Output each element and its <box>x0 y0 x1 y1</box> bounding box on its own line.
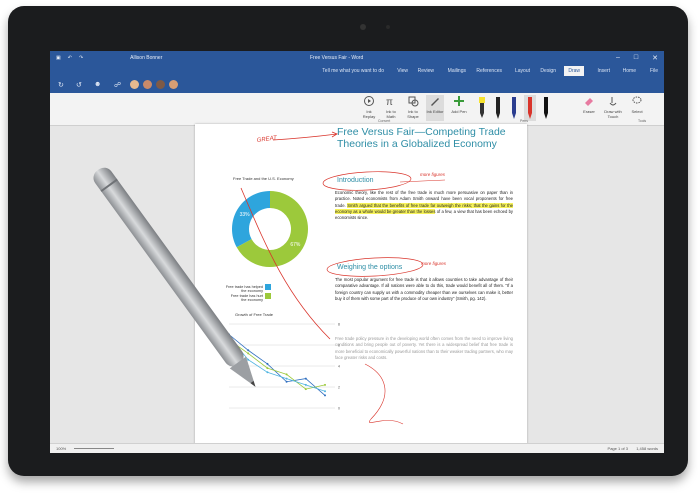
add-pen-button[interactable]: Add Pen <box>450 95 468 121</box>
camera-icon <box>360 24 366 30</box>
pen-red[interactable] <box>524 95 536 121</box>
tab-insert[interactable]: Insert <box>597 68 610 74</box>
document-page[interactable]: Free Versus Fair—Competing Trade Theorie… <box>195 124 527 444</box>
pen-icon <box>544 97 548 119</box>
replay-icon <box>364 96 374 106</box>
annotation-more-figures-1: more figures <box>420 172 446 177</box>
tablet-device: ▣ ↶ ↷ Allison Bonner Free Versus Fair - … <box>8 6 688 476</box>
avatar[interactable] <box>169 80 178 89</box>
avatar[interactable] <box>156 80 165 89</box>
tab-draw[interactable]: Draw <box>564 66 584 76</box>
refresh-icon[interactable]: ↻ <box>58 81 64 89</box>
document-canvas[interactable]: Free Versus Fair—Competing Trade Theorie… <box>50 124 664 444</box>
lasso-icon <box>632 96 642 104</box>
page-count[interactable]: Page 1 of 3 <box>608 446 628 451</box>
screen: ▣ ↶ ↷ Allison Bonner Free Versus Fair - … <box>50 51 664 453</box>
tab-home[interactable]: Home <box>623 68 636 74</box>
math-icon: π <box>386 97 393 107</box>
ink-to-math-button[interactable]: π Ink to Math <box>382 95 400 121</box>
title-bar: ▣ ↶ ↷ Allison Bonner Free Versus Fair - … <box>50 51 664 65</box>
annotation-more-figures-2: more figures <box>421 261 447 266</box>
avatar[interactable] <box>130 80 139 89</box>
tab-design[interactable]: Design <box>540 68 556 74</box>
avatar[interactable] <box>143 80 152 89</box>
maximize-icon[interactable]: □ <box>634 54 638 62</box>
zoom-level[interactable]: 100% <box>56 446 66 451</box>
tab-review[interactable]: Review <box>418 68 434 74</box>
pen-icon <box>528 97 532 119</box>
ink-annotations[interactable]: GREAT more figures more figures <box>195 124 527 444</box>
tab-view[interactable]: View <box>397 68 408 74</box>
pen-blue[interactable] <box>508 95 520 121</box>
minimize-icon[interactable]: – <box>616 54 620 62</box>
zoom-slider[interactable] <box>74 448 114 449</box>
highlighter-icon <box>479 97 485 118</box>
tools-group-label: Tools <box>638 119 647 123</box>
svg-text:π: π <box>386 97 393 107</box>
touch-icon <box>609 97 617 106</box>
collaboration-bar: ↻ ↺ ☻ ☍ <box>50 77 664 93</box>
word-count[interactable]: 1,458 words <box>636 446 658 451</box>
redo-icon[interactable]: ↷ <box>79 55 83 61</box>
share-icon[interactable]: ☍ <box>114 81 121 89</box>
quick-access-toolbar: ▣ ↶ ↷ Allison Bonner <box>56 55 162 61</box>
plus-icon <box>454 96 464 106</box>
status-bar: 100% Page 1 of 3 1,458 words <box>50 443 664 453</box>
pen-dark[interactable] <box>540 95 552 121</box>
tab-file[interactable]: File <box>650 68 658 74</box>
pen-icon <box>496 97 500 119</box>
ink-editor-icon <box>431 98 439 106</box>
draw-with-touch-button[interactable]: Draw with Touch <box>604 95 622 121</box>
shape-icon <box>408 96 419 107</box>
tab-layout[interactable]: Layout <box>515 68 530 74</box>
ribbon-tabs: File Home Insert Draw Design Layout Refe… <box>50 65 664 77</box>
select-button[interactable]: Select <box>628 95 646 121</box>
tell-me-box[interactable]: Tell me what you want to do <box>322 68 384 74</box>
window-controls: – □ ✕ <box>616 54 658 62</box>
undo-icon[interactable]: ↶ <box>68 55 72 61</box>
ink-editor-button[interactable]: Ink Editor <box>426 95 444 121</box>
eraser-button[interactable]: Eraser <box>580 95 598 121</box>
pen-black[interactable] <box>492 95 504 121</box>
pen-yellow-highlighter[interactable] <box>476 95 488 121</box>
tab-references[interactable]: References <box>476 68 502 74</box>
sensor-icon <box>386 25 390 29</box>
pen-icon <box>512 97 516 119</box>
convert-group-label: Convert <box>378 119 391 123</box>
window-title: Free Versus Fair - Word <box>310 55 364 61</box>
save-icon[interactable]: ▣ <box>56 55 61 61</box>
ink-replay-button[interactable]: Ink Replay <box>360 95 378 121</box>
eraser-icon <box>585 98 593 106</box>
person-icon[interactable]: ☻ <box>94 81 101 88</box>
tab-mailings[interactable]: Mailings <box>448 68 466 74</box>
close-icon[interactable]: ✕ <box>652 54 658 62</box>
draw-ribbon: Ink Replay π Ink to Math Ink to Shape In… <box>50 93 664 126</box>
pens-group-label: Pens <box>520 119 528 123</box>
sync-icon[interactable]: ↺ <box>76 81 82 89</box>
user-name: Allison Bonner <box>130 55 163 61</box>
ink-to-shape-button[interactable]: Ink to Shape <box>404 95 422 121</box>
